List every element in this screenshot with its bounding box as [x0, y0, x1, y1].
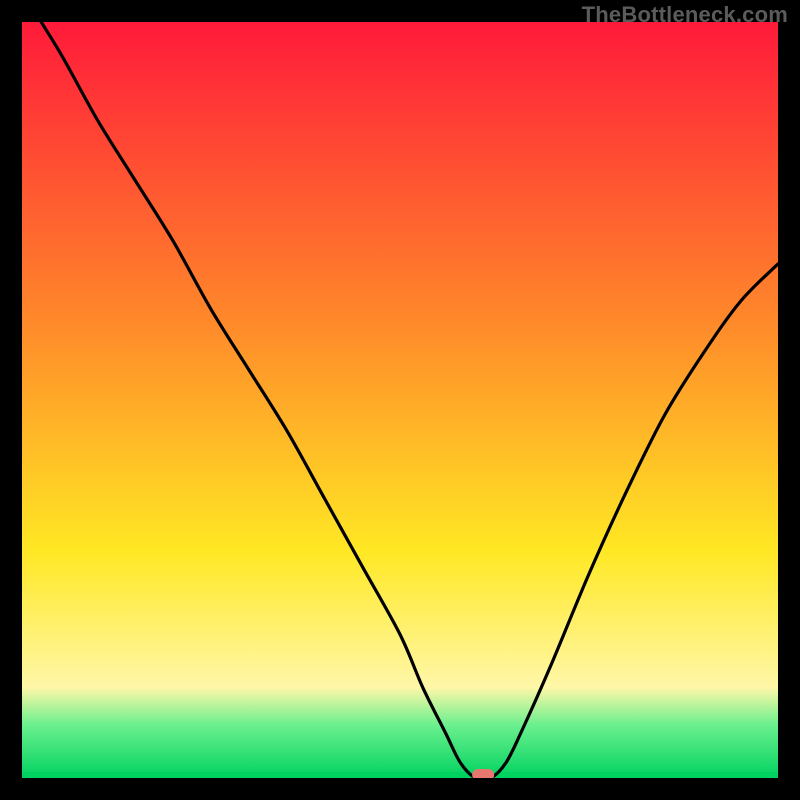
gradient-background — [22, 22, 778, 778]
bottleneck-chart — [22, 22, 778, 778]
baseline-band — [22, 772, 778, 778]
chart-frame: TheBottleneck.com — [0, 0, 800, 800]
chart-svg — [22, 22, 778, 778]
watermark-text: TheBottleneck.com — [582, 2, 788, 28]
optimum-marker — [472, 769, 494, 778]
